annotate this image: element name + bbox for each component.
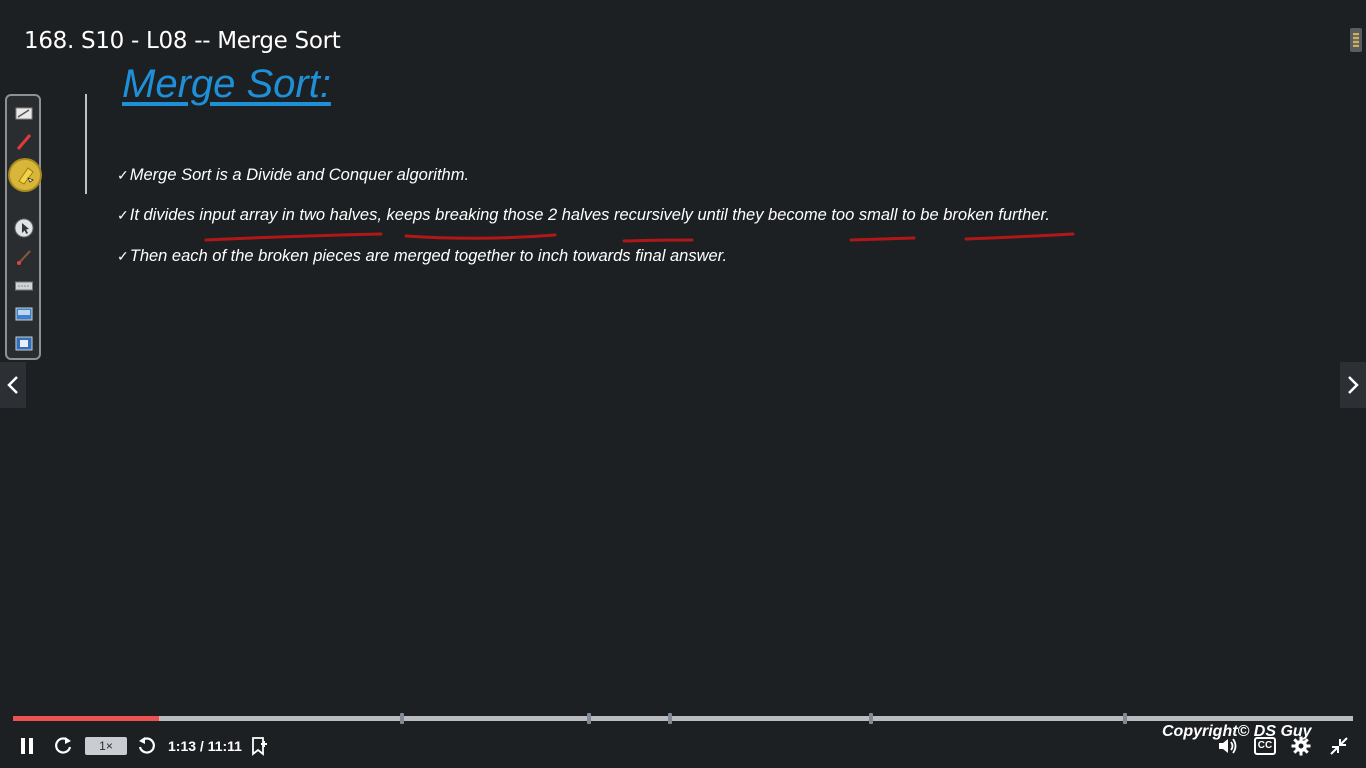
captions-button[interactable]: CC xyxy=(1253,732,1277,760)
gear-icon xyxy=(1291,736,1311,756)
underline-stroke xyxy=(622,238,694,243)
chapter-marker[interactable] xyxy=(667,713,672,724)
underline-stroke xyxy=(964,232,1075,241)
bullet-item: ✓Then each of the broken pieces are merg… xyxy=(117,247,727,266)
playback-speed-button[interactable]: 1× xyxy=(85,737,127,755)
settings-button[interactable] xyxy=(1289,732,1313,760)
previous-lecture-button[interactable] xyxy=(0,362,26,408)
chapter-marker[interactable] xyxy=(1123,713,1128,724)
forward-button[interactable] xyxy=(136,732,158,760)
chapter-marker[interactable] xyxy=(587,713,592,724)
bullet-item: ✓Merge Sort is a Divide and Conquer algo… xyxy=(117,166,469,185)
check-icon: ✓ xyxy=(117,207,129,223)
volume-button[interactable] xyxy=(1216,732,1240,760)
pause-button[interactable] xyxy=(18,732,36,760)
cc-icon: CC xyxy=(1253,737,1277,755)
chevron-right-icon xyxy=(1348,376,1359,394)
battery-icon xyxy=(1350,28,1362,52)
exit-fullscreen-icon xyxy=(1330,737,1348,755)
underline-stroke xyxy=(204,232,383,242)
brush-icon[interactable] xyxy=(14,247,34,267)
exit-fullscreen-button[interactable] xyxy=(1327,732,1351,760)
underline-stroke xyxy=(404,233,557,240)
forward-icon xyxy=(138,737,155,754)
video-title: 168. S10 - L08 -- Merge Sort xyxy=(24,28,341,54)
next-lecture-button[interactable] xyxy=(1340,362,1366,408)
screenshot-icon[interactable] xyxy=(14,334,34,354)
highlighter-icon[interactable] xyxy=(10,160,40,190)
bullet-text: It divides input array in two halves, ke… xyxy=(129,206,1050,224)
bullet-text: Then each of the broken pieces are merge… xyxy=(129,247,728,265)
rewind-icon xyxy=(55,737,72,754)
bookmark-plus-icon xyxy=(252,737,267,756)
pen-icon[interactable] xyxy=(14,132,34,152)
progress-bar[interactable] xyxy=(13,713,1353,724)
annotation-toolbar xyxy=(5,94,41,360)
check-icon: ✓ xyxy=(117,167,129,183)
chapter-marker[interactable] xyxy=(868,713,873,724)
keyboard-icon[interactable] xyxy=(14,276,34,296)
time-display: 1:13 / 11:11 xyxy=(168,738,242,754)
bullet-text: Merge Sort is a Divide and Conquer algor… xyxy=(129,166,470,184)
pointer-icon[interactable] xyxy=(14,218,34,238)
volume-icon xyxy=(1219,738,1237,754)
rewind-button[interactable] xyxy=(52,732,74,760)
slide-divider xyxy=(85,94,87,194)
ink-annotations xyxy=(204,232,1075,243)
notepad-icon[interactable] xyxy=(14,103,34,123)
player-controls: 1× 1:13 / 11:11 Copyright© DS Guy CC xyxy=(0,723,1366,760)
chevron-left-icon xyxy=(7,376,18,394)
screen-icon[interactable] xyxy=(14,305,34,325)
bullet-item: ✓It divides input array in two halves, k… xyxy=(117,206,1050,225)
slide-title: Merge Sort: xyxy=(122,62,331,106)
add-bookmark-button[interactable] xyxy=(248,732,270,760)
underline-stroke xyxy=(849,236,916,242)
chapter-marker[interactable] xyxy=(399,713,404,724)
progress-fill xyxy=(13,716,160,721)
check-icon: ✓ xyxy=(117,248,129,264)
